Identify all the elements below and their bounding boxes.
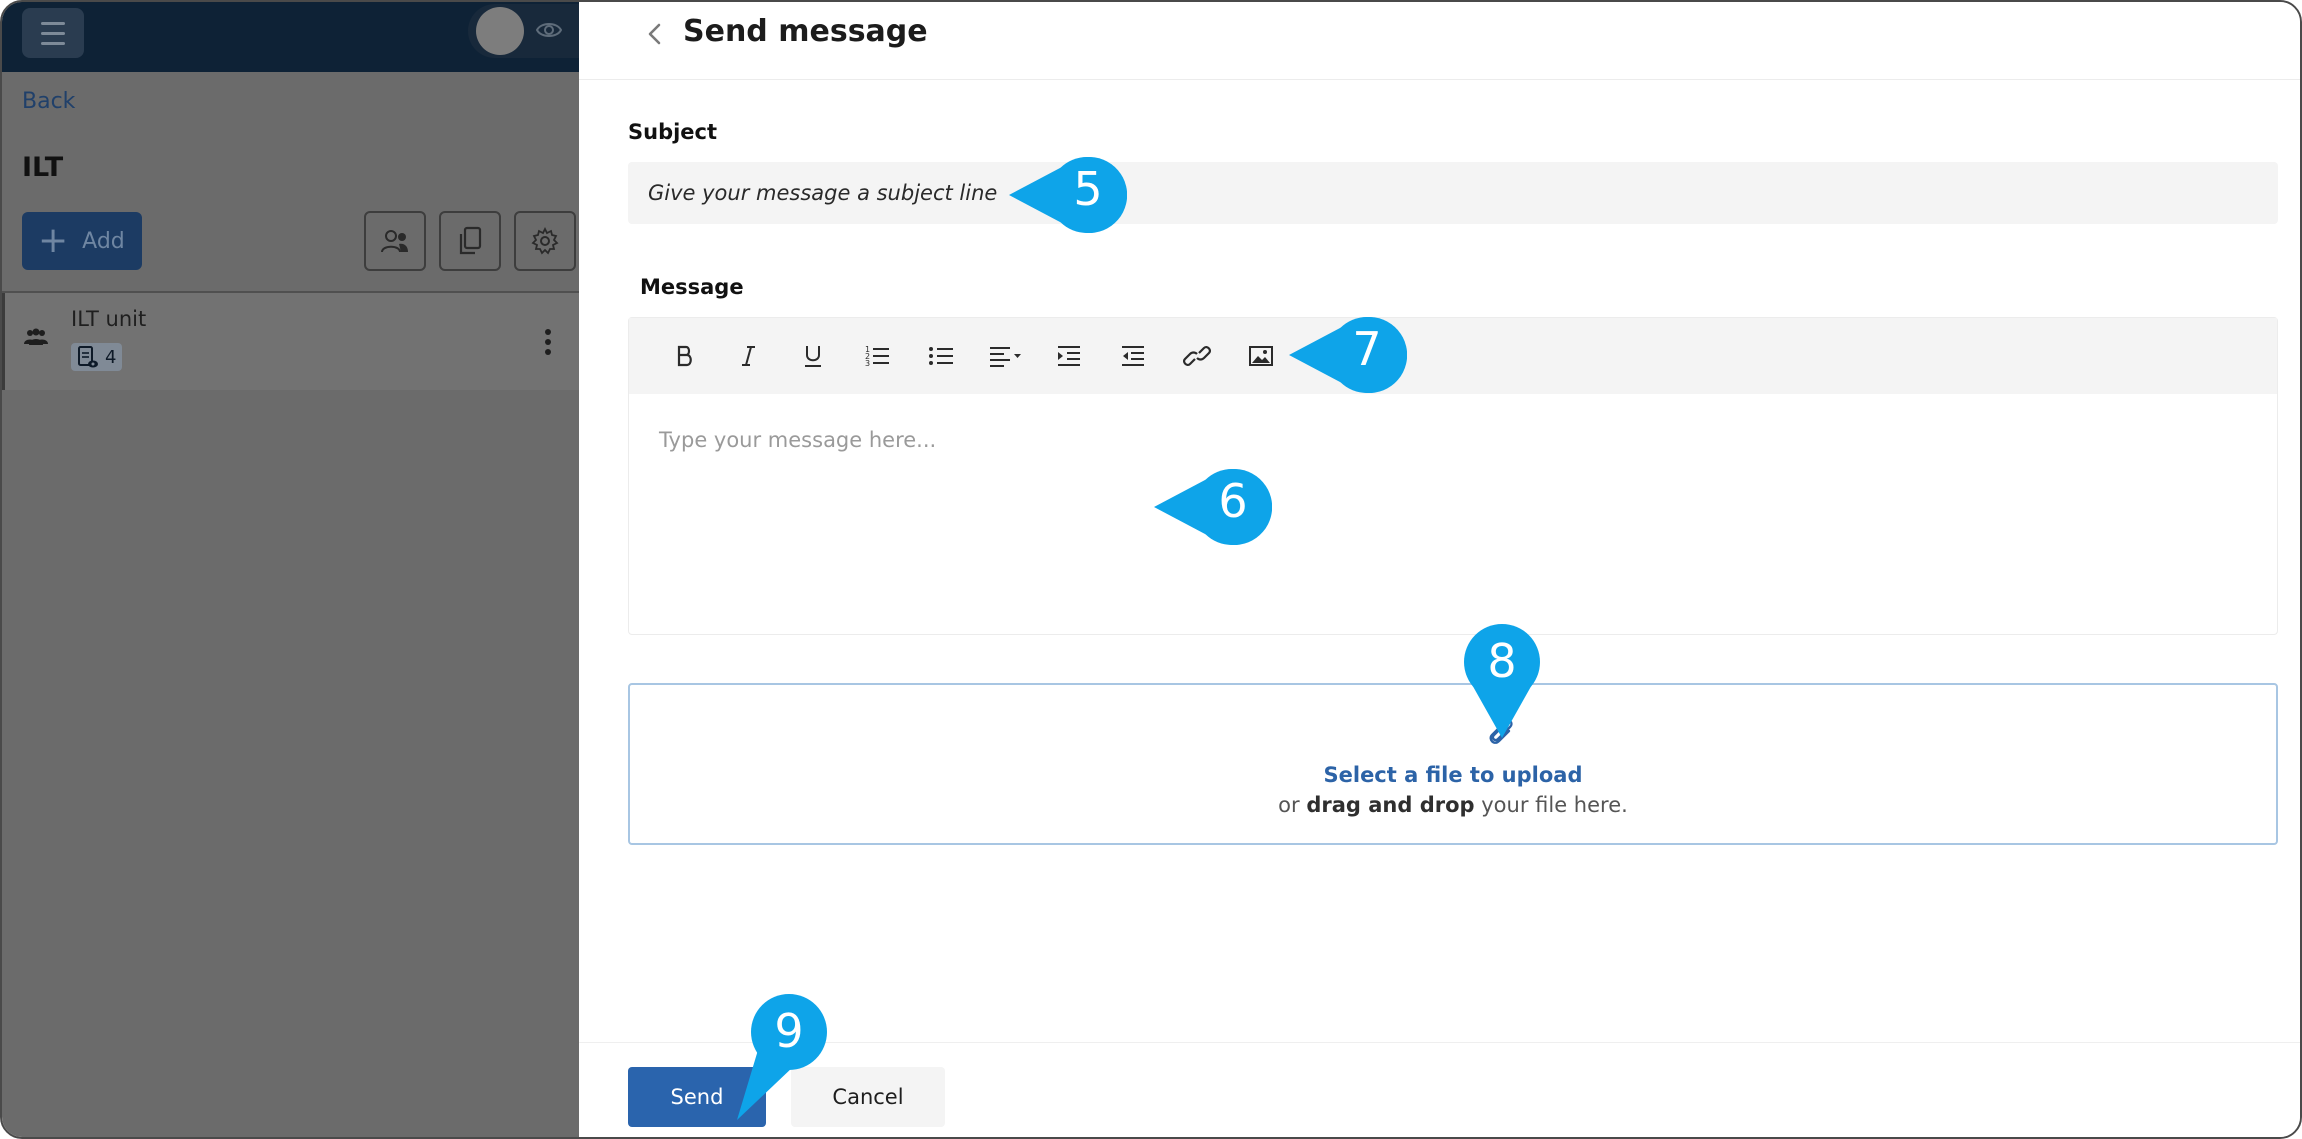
add-button-label: Add <box>82 228 125 254</box>
settings-button[interactable] <box>514 211 576 271</box>
add-button[interactable]: + Add <box>22 212 142 270</box>
top-bar <box>2 2 579 72</box>
back-link[interactable]: Back <box>22 89 75 114</box>
link-icon[interactable] <box>1165 334 1229 378</box>
callout-7-label: 7 <box>1352 322 1382 376</box>
plus-icon: + <box>38 220 69 261</box>
callout-5-label: 5 <box>1073 162 1103 216</box>
drag-drop-hint: or drag and drop your file here. <box>630 793 2276 817</box>
badge-count: 4 <box>105 346 117 368</box>
callout-6-label: 6 <box>1218 474 1248 528</box>
ordered-list-icon[interactable]: 123 <box>845 334 909 378</box>
underline-icon[interactable] <box>781 334 845 378</box>
svg-text:3: 3 <box>865 359 870 368</box>
course-title: ILT <box>22 152 64 183</box>
gear-icon <box>531 227 559 255</box>
users-icon <box>381 230 408 253</box>
document-eye-icon <box>78 346 98 368</box>
send-message-panel: Send message Subject Message 123 <box>579 2 2300 1137</box>
select-file-link[interactable]: Select a file to upload <box>630 763 2276 787</box>
message-placeholder: Type your message here... <box>659 428 937 452</box>
unit-name: ILT unit <box>71 307 147 331</box>
subject-label: Subject <box>628 120 718 144</box>
italic-icon[interactable] <box>717 334 781 378</box>
hint-bold: drag and drop <box>1306 793 1475 817</box>
more-options-icon[interactable] <box>545 329 551 355</box>
indent-icon[interactable] <box>1037 334 1101 378</box>
hamburger-menu-icon[interactable] <box>22 8 84 58</box>
message-editor[interactable]: 123 Type your message here... <box>628 317 2278 635</box>
chevron-left-icon[interactable] <box>639 18 671 50</box>
outdent-icon[interactable] <box>1101 334 1165 378</box>
subject-input[interactable] <box>628 162 2278 224</box>
image-icon[interactable] <box>1229 334 1293 378</box>
panel-header: Send message <box>579 2 2300 80</box>
callout-9-label: 9 <box>774 1004 804 1058</box>
editor-toolbar: 123 <box>629 318 2277 394</box>
course-sidebar: Back ILT + Add ILT unit 4 <box>2 2 579 1137</box>
bullet-list-icon[interactable] <box>909 334 973 378</box>
users-button[interactable] <box>364 211 426 271</box>
group-icon <box>24 328 48 345</box>
footer-divider <box>579 1042 2300 1043</box>
eye-icon[interactable] <box>536 19 562 41</box>
callout-8-label: 8 <box>1487 634 1517 688</box>
hint-prefix: or <box>1278 793 1300 817</box>
message-label: Message <box>640 275 744 299</box>
page-title: Send message <box>683 14 928 49</box>
align-icon[interactable] <box>973 334 1037 378</box>
app-window: Back ILT + Add ILT unit 4 Send message S… <box>0 0 2302 1139</box>
file-upload-dropzone[interactable]: Select a file to upload or drag and drop… <box>628 683 2278 845</box>
status-badge: 4 <box>71 343 123 371</box>
hint-suffix: your file here. <box>1481 793 1628 817</box>
bold-icon[interactable] <box>653 334 717 378</box>
list-item[interactable]: ILT unit 4 <box>2 293 579 390</box>
copy-icon <box>459 226 482 255</box>
copy-button[interactable] <box>439 211 501 271</box>
avatar[interactable] <box>476 7 524 55</box>
